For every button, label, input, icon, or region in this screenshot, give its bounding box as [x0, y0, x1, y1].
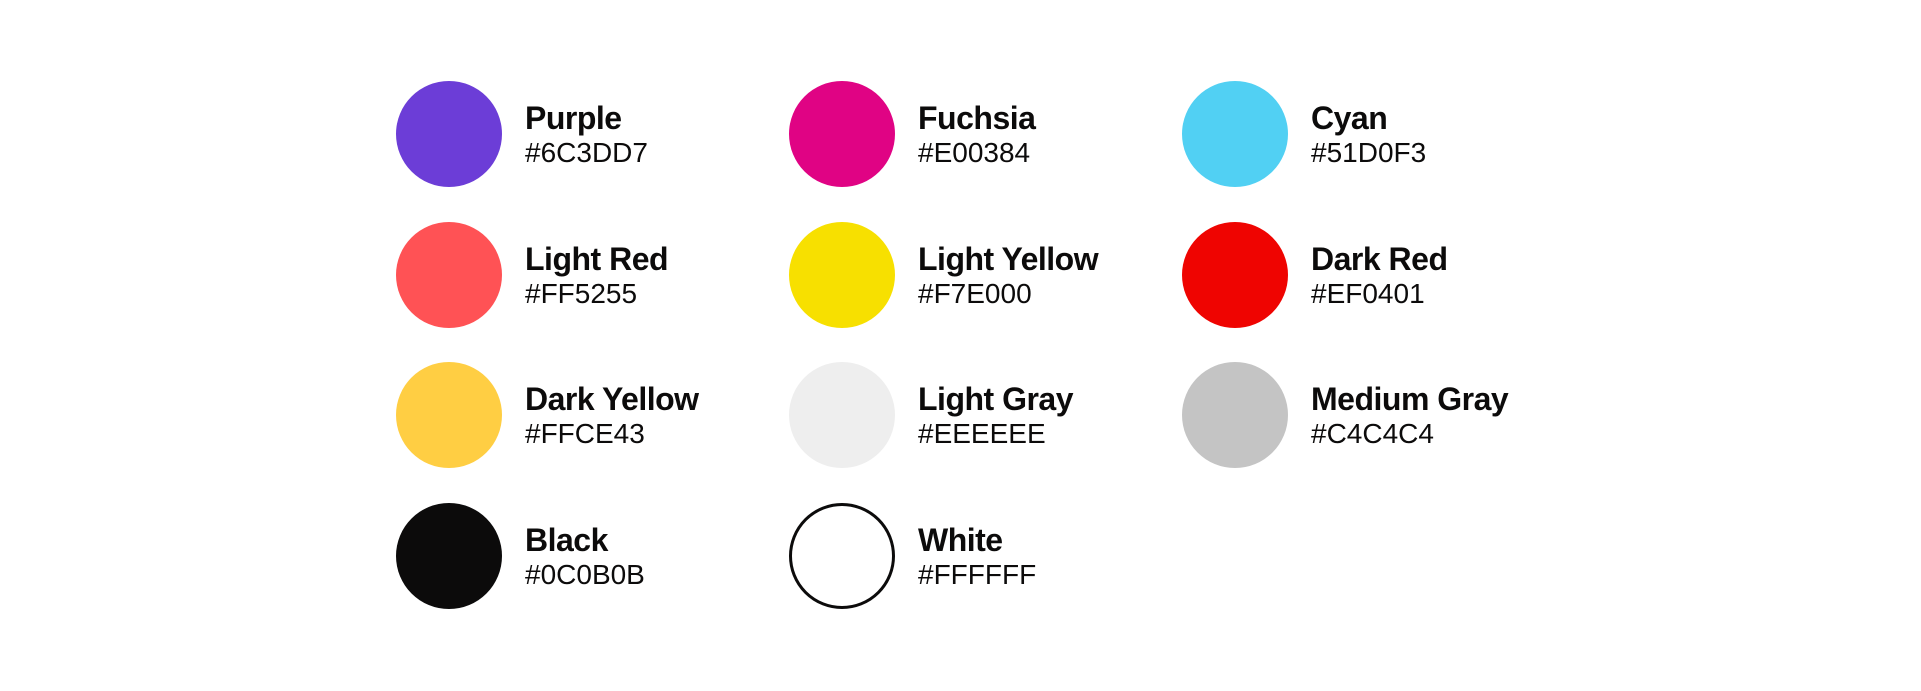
- color-name: Fuchsia: [918, 99, 1036, 136]
- color-name: Dark Yellow: [525, 380, 699, 417]
- color-name: Light Gray: [918, 380, 1074, 417]
- color-hex: #E00384: [918, 136, 1031, 168]
- swatch-purple: Purple #6C3DD7: [396, 81, 648, 187]
- color-circle-cyan: [1182, 81, 1288, 187]
- color-hex: #51D0F3: [1311, 136, 1427, 168]
- color-circle-medium-gray: [1182, 362, 1288, 468]
- color-circle-purple: [396, 81, 502, 187]
- swatch-labels: Light Red #FF5255: [525, 240, 669, 309]
- swatch-light-yellow: Light Yellow #F7E000: [789, 222, 1099, 328]
- color-name: Dark Red: [1311, 240, 1448, 277]
- color-name: Black: [525, 521, 608, 558]
- swatch-labels: Light Gray #EEEEEE: [918, 380, 1074, 449]
- swatch-light-red: Light Red #FF5255: [396, 222, 669, 328]
- color-name: Light Yellow: [918, 240, 1099, 277]
- color-palette: Purple #6C3DD7 Fuchsia #E00384 Cyan #51D…: [0, 0, 1921, 691]
- color-hex: #0C0B0B: [525, 558, 645, 590]
- color-name: Cyan: [1311, 99, 1388, 136]
- swatch-light-gray: Light Gray #EEEEEE: [789, 362, 1074, 468]
- swatch-labels: Black #0C0B0B: [525, 524, 645, 589]
- color-circle-light-red: [396, 222, 502, 328]
- swatch-labels: Purple #6C3DD7: [525, 102, 648, 167]
- color-name: Purple: [525, 99, 622, 136]
- color-hex: #FF5255: [525, 277, 638, 309]
- color-name: Light Red: [525, 240, 669, 277]
- swatch-labels: Light Yellow #F7E000: [918, 240, 1099, 309]
- color-hex: #FFFFFF: [918, 558, 1037, 590]
- color-circle-light-gray: [789, 362, 895, 468]
- swatch-white: White #FFFFFF: [789, 503, 1036, 609]
- swatch-labels: Cyan #51D0F3: [1311, 102, 1426, 167]
- color-hex: #6C3DD7: [525, 136, 648, 168]
- swatch-labels: Dark Yellow #FFCE43: [525, 383, 699, 448]
- color-hex: #F7E000: [918, 277, 1032, 309]
- color-hex: #EEEEEE: [918, 417, 1046, 449]
- swatch-cyan: Cyan #51D0F3: [1182, 81, 1426, 187]
- color-hex: #C4C4C4: [1311, 417, 1434, 449]
- color-name: White: [918, 521, 1003, 558]
- color-circle-fuchsia: [789, 81, 895, 187]
- swatch-black: Black #0C0B0B: [396, 503, 645, 609]
- color-circle-light-yellow: [789, 222, 895, 328]
- swatch-medium-gray: Medium Gray #C4C4C4: [1182, 362, 1509, 468]
- color-circle-white: [789, 503, 895, 609]
- color-circle-dark-red: [1182, 222, 1288, 328]
- swatch-labels: Fuchsia #E00384: [918, 99, 1036, 168]
- color-hex: #FFCE43: [525, 417, 645, 449]
- swatch-labels: Medium Gray #C4C4C4: [1311, 380, 1509, 449]
- color-circle-black: [396, 503, 502, 609]
- color-circle-dark-yellow: [396, 362, 502, 468]
- swatch-dark-red: Dark Red #EF0401: [1182, 222, 1448, 328]
- color-hex: #EF0401: [1311, 277, 1425, 309]
- swatch-fuchsia: Fuchsia #E00384: [789, 81, 1036, 187]
- swatch-labels: Dark Red #EF0401: [1311, 243, 1448, 308]
- color-name: Medium Gray: [1311, 380, 1509, 417]
- swatch-dark-yellow: Dark Yellow #FFCE43: [396, 362, 699, 468]
- swatch-labels: White #FFFFFF: [918, 524, 1036, 589]
